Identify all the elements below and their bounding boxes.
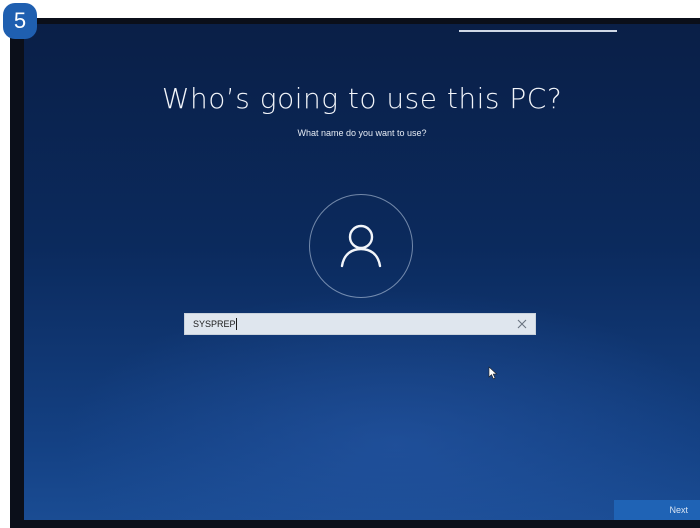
clear-text-button[interactable] [513, 315, 531, 333]
name-input[interactable] [185, 314, 505, 334]
progress-indicator [459, 30, 617, 32]
step-number-badge: 5 [3, 3, 37, 39]
text-caret [236, 318, 237, 330]
mouse-pointer-icon [488, 366, 498, 385]
page-subtitle: What name do you want to use? [297, 128, 427, 138]
person-icon [340, 224, 382, 268]
next-button[interactable]: Next [614, 500, 700, 520]
page-title: Who’s going to use this PC? [161, 82, 563, 115]
close-icon [517, 319, 527, 329]
user-avatar [309, 194, 413, 298]
oobe-screen: Who’s going to use this PC? What name do… [24, 24, 700, 520]
name-field [184, 313, 536, 335]
